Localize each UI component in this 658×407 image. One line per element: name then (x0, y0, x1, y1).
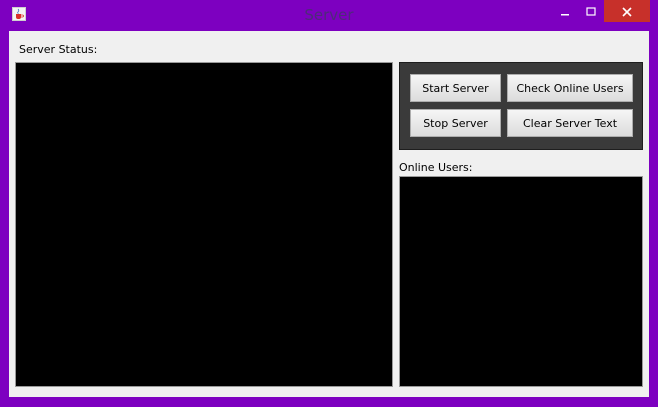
minimize-icon (560, 2, 570, 21)
close-button[interactable] (604, 0, 650, 22)
maximize-button[interactable] (578, 0, 604, 22)
control-panel: Start Server Check Online Users Stop Ser… (399, 62, 643, 150)
server-status-textarea[interactable] (15, 62, 393, 387)
online-users-list[interactable] (399, 176, 643, 387)
check-online-users-button[interactable]: Check Online Users (507, 74, 633, 102)
server-status-label: Server Status: (19, 43, 98, 56)
online-users-label: Online Users: (399, 161, 473, 174)
client-area: Server Status: Start Server Check Online… (9, 31, 649, 397)
minimize-button[interactable] (552, 0, 578, 22)
title-bar[interactable]: Server (0, 0, 658, 30)
server-window: Server Server Status: Start Server Check… (0, 0, 658, 407)
close-icon (622, 2, 632, 21)
stop-server-button[interactable]: Stop Server (410, 109, 501, 137)
start-server-button[interactable]: Start Server (410, 74, 501, 102)
clear-server-text-button[interactable]: Clear Server Text (507, 109, 633, 137)
maximize-icon (586, 2, 596, 21)
